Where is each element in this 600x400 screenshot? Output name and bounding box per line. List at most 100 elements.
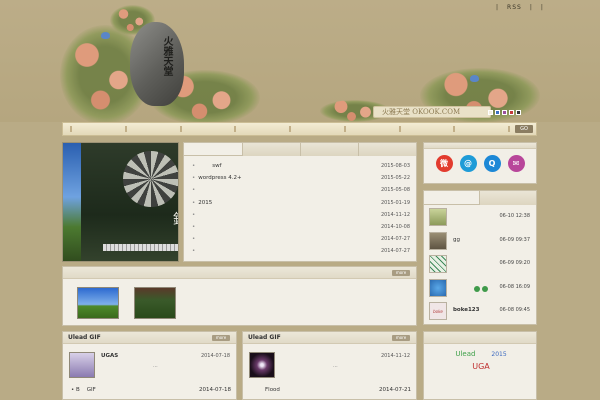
nav-items <box>70 126 510 132</box>
post-prefix: B <box>76 387 80 393</box>
post-title[interactable]: UGAS <box>101 353 118 359</box>
comment-item[interactable]: 06-09 09:20 <box>424 252 536 276</box>
nav-item[interactable] <box>124 126 127 132</box>
rss-link[interactable]: RSS <box>507 4 522 11</box>
nav-item[interactable] <box>70 126 72 132</box>
list-item[interactable]: • 2014-11-12 <box>192 209 410 221</box>
post-date: 2015-05-22 <box>380 175 410 182</box>
slideshow-pager[interactable] <box>103 244 178 251</box>
swatch-2[interactable] <box>495 110 500 115</box>
separator: | <box>496 4 500 11</box>
tab-2[interactable] <box>300 143 358 156</box>
post-title[interactable]: wordpress 4.2+ <box>198 175 241 181</box>
panel-header <box>424 332 536 344</box>
tag-link[interactable]: Ulead <box>455 350 475 358</box>
tab-3[interactable] <box>358 143 416 156</box>
post-thumbnail[interactable] <box>69 352 95 378</box>
slideshow-image[interactable]: 錯 <box>62 142 179 262</box>
post-title[interactable]: swf <box>212 163 221 169</box>
avatar[interactable] <box>429 231 447 250</box>
comments-tab[interactable] <box>479 191 536 205</box>
post-thumbnail[interactable] <box>249 352 275 378</box>
post-date: 2014-07-27 <box>380 248 410 255</box>
post-title[interactable]: Flood <box>265 387 280 393</box>
list-item[interactable]: • 2015 2015-01-19 <box>192 197 410 209</box>
more-button[interactable]: more <box>212 335 230 341</box>
comment-item[interactable]: 06-08 16:09 <box>424 276 536 300</box>
avatar[interactable] <box>429 278 447 297</box>
comment-item[interactable]: gg 06-09 09:37 <box>424 229 536 253</box>
qq-icon[interactable]: Q <box>483 155 501 172</box>
nav-item[interactable] <box>508 126 510 132</box>
list-item[interactable]: • swf 2015-08-03 <box>192 160 410 172</box>
butterfly-icon <box>470 75 479 82</box>
rock-text: 火雅天堂 <box>161 36 172 76</box>
post-date: 2014-07-18 <box>199 387 231 393</box>
post-title[interactable]: 2015 <box>198 200 212 206</box>
list-item[interactable]: • 2015-05-08 <box>192 184 410 196</box>
search-go-button[interactable]: GO <box>515 125 533 133</box>
list-item[interactable]: • 2014-07-27 <box>192 233 410 245</box>
ulead-gif-panel-2: Ulead GIF more 2014-11-12 ... Flood 2014… <box>242 331 417 400</box>
avatar[interactable] <box>429 255 447 273</box>
post-date: 2014-07-27 <box>380 236 410 243</box>
nav-item[interactable] <box>179 126 182 132</box>
nav-item[interactable] <box>398 126 401 132</box>
comment-author[interactable]: gg <box>453 237 460 243</box>
post-excerpt: ... <box>153 363 158 369</box>
comment-item[interactable]: boke boke123 06-08 09:45 <box>424 299 536 323</box>
panel-header <box>424 143 536 149</box>
nav-item[interactable] <box>234 126 237 132</box>
comment-author[interactable]: boke123 <box>453 307 479 313</box>
swatch-3[interactable] <box>502 110 507 115</box>
gallery-thumbnail[interactable] <box>134 287 176 319</box>
separator: | <box>529 4 533 11</box>
list-item[interactable]: • 2014-07-27 <box>192 245 410 257</box>
gallery-panel: more <box>62 266 417 326</box>
nav-item[interactable] <box>343 126 346 132</box>
post-excerpt: ... <box>333 363 338 369</box>
mail-icon[interactable]: ✉ <box>507 155 525 172</box>
comment-time: 06-08 09:45 <box>499 307 530 313</box>
post-date: 2015-08-03 <box>380 163 410 170</box>
post-date: 2014-11-12 <box>380 211 410 218</box>
comments-header <box>424 191 536 205</box>
weibo-icon[interactable]: 微 <box>435 155 453 172</box>
post-date: 2014-10-08 <box>380 224 410 231</box>
post-date: 2014-07-18 <box>200 353 230 359</box>
nav-item[interactable] <box>453 126 456 132</box>
list-item[interactable]: • wordpress 4.2+ 2015-05-22 <box>192 172 410 184</box>
gallery-thumbnail[interactable] <box>77 287 119 319</box>
theme-swatches <box>488 110 521 116</box>
avatar[interactable] <box>429 208 447 226</box>
tag-link[interactable]: 2015 <box>491 351 506 358</box>
panel-title[interactable]: Ulead GIF <box>68 334 101 341</box>
sky-thumbnail <box>63 143 81 261</box>
post-title[interactable]: GIF <box>87 387 96 393</box>
more-button[interactable]: more <box>392 335 410 341</box>
post-date: 2015-05-08 <box>380 187 410 194</box>
posts-tabs <box>184 143 416 156</box>
list-item[interactable]: • 2014-10-08 <box>192 221 410 233</box>
site-logo[interactable]: 火雅天堂 OKOOK.COM <box>373 106 491 118</box>
comment-item[interactable]: 06-10 12:38 <box>424 205 536 229</box>
more-button[interactable]: more <box>392 270 410 276</box>
panel-title[interactable]: Ulead GIF <box>248 334 281 341</box>
swatch-4[interactable] <box>509 110 514 115</box>
list-item[interactable]: • B GIF 2014-07-18 <box>71 387 231 393</box>
swatch-1[interactable] <box>488 110 493 115</box>
tab-1[interactable] <box>242 143 300 156</box>
avatar[interactable]: boke <box>429 302 447 320</box>
panel-header: more <box>63 267 416 279</box>
comment-time: 06-10 12:38 <box>499 213 530 219</box>
comment-time: 06-09 09:37 <box>499 236 530 243</box>
tencent-weibo-icon[interactable]: @ <box>459 155 477 172</box>
top-links: | RSS | | <box>492 4 548 11</box>
nav-item[interactable] <box>289 126 291 132</box>
list-item[interactable]: Flood 2014-07-21 <box>251 387 411 393</box>
swatch-5[interactable] <box>516 110 521 115</box>
comment-time: 06-09 09:20 <box>499 260 530 266</box>
post-date: 2014-11-12 <box>380 353 410 359</box>
post-date: 2014-07-21 <box>379 387 411 393</box>
tag-link[interactable]: UGA <box>424 362 538 371</box>
